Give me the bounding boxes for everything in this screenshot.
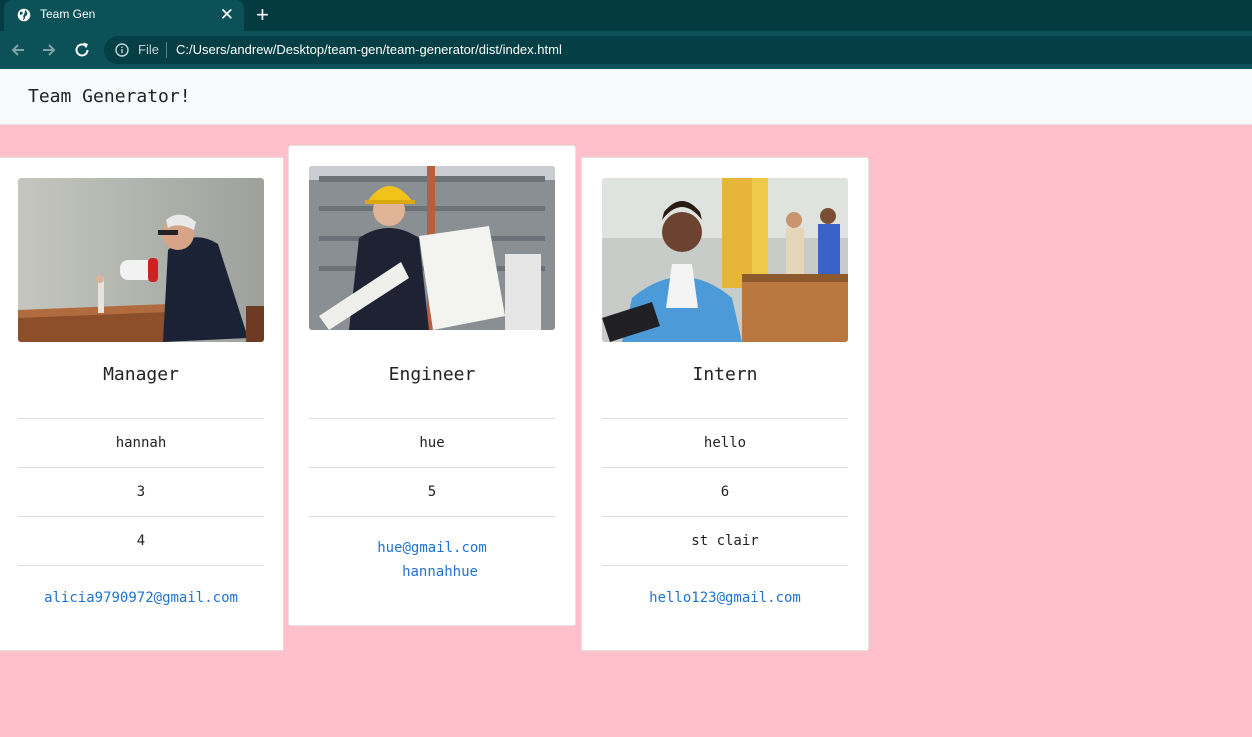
manager-card: Manager hannah 3 4 alicia9790972@gmail.c…	[0, 157, 284, 651]
page-navbar: Team Generator!	[0, 69, 1252, 125]
forward-arrow-icon[interactable]	[38, 39, 60, 61]
back-arrow-icon[interactable]	[7, 39, 29, 61]
github-link[interactable]: hannahhue	[317, 564, 563, 580]
engineer-card: Engineer hue 5 hue@gmail.com hannahhue	[288, 145, 576, 626]
card-divider	[309, 516, 555, 518]
manager-photo	[18, 178, 264, 342]
card-id: 3	[18, 467, 264, 516]
card-name: hello	[602, 418, 848, 467]
email-link[interactable]: alicia9790972@gmail.com	[18, 590, 264, 606]
reload-icon[interactable]	[71, 39, 93, 61]
card-role-title: Manager	[103, 364, 179, 385]
card-id: 6	[602, 467, 848, 516]
browser-tab-strip: Team Gen ✕ +	[0, 0, 1252, 31]
card-name: hannah	[18, 418, 264, 467]
card-role-title: Engineer	[388, 364, 476, 385]
browser-tab[interactable]: Team Gen ✕	[4, 0, 244, 31]
card-role-title: Intern	[692, 364, 758, 385]
info-icon[interactable]	[115, 43, 129, 57]
card-office-number: 4	[18, 516, 264, 565]
address-divider	[166, 42, 167, 58]
url-text[interactable]: C:/Users/andrew/Desktop/team-gen/team-ge…	[176, 42, 562, 57]
card-name: hue	[309, 418, 555, 467]
new-tab-icon[interactable]: +	[256, 3, 269, 27]
globe-icon	[17, 8, 31, 22]
file-scheme-label: File	[138, 42, 159, 57]
engineer-photo	[309, 166, 555, 330]
card-school: st clair	[602, 516, 848, 565]
close-tab-icon[interactable]: ✕	[220, 5, 234, 25]
tab-title: Team Gen	[40, 7, 96, 21]
email-link[interactable]: hue@gmail.com	[309, 540, 555, 556]
browser-toolbar: File C:/Users/andrew/Desktop/team-gen/te…	[0, 31, 1252, 69]
page-title: Team Generator!	[28, 86, 191, 107]
email-link[interactable]: hello123@gmail.com	[602, 590, 848, 606]
card-divider	[18, 565, 264, 567]
intern-photo	[602, 178, 848, 342]
card-divider	[602, 565, 848, 567]
card-id: 5	[309, 467, 555, 516]
intern-card: Intern hello 6 st clair hello123@gmail.c…	[581, 157, 869, 651]
address-bar[interactable]: File C:/Users/andrew/Desktop/team-gen/te…	[104, 36, 1252, 64]
